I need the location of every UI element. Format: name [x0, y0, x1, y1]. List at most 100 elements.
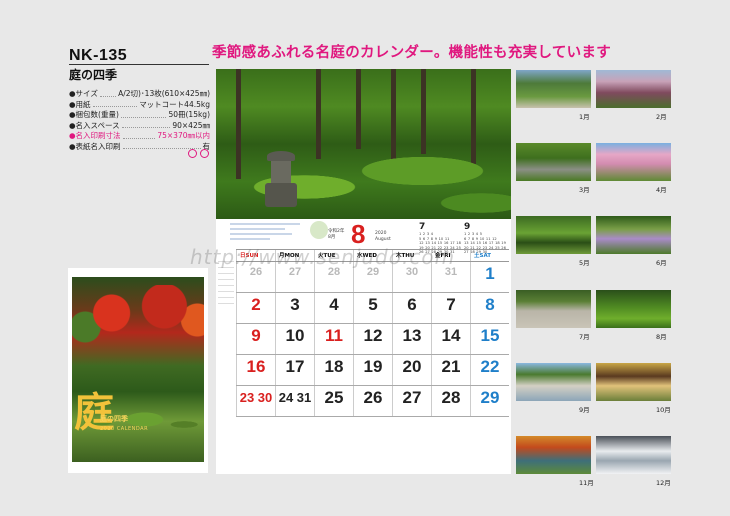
day-number: 28 [441, 388, 461, 407]
spec-label: ●用紙 [69, 99, 91, 109]
month-thumbnail [596, 290, 671, 328]
week-row: 9 10 11 12 13 14 15 [236, 324, 509, 355]
month-thumbnail-label: 7月 [579, 333, 590, 341]
month-thumbnail-label: 10月 [656, 406, 671, 414]
day-cell: 3 [275, 293, 314, 323]
spec-value: 90×425㎜ [172, 120, 210, 130]
month-thumbnail [516, 216, 591, 254]
day-cell: 9 [236, 324, 275, 354]
day-number: 7 [446, 295, 456, 314]
spec-label: ●梱包数(重量) [69, 110, 119, 119]
spec-row: ●名入印刷寸法 75×370㎜以内 [69, 131, 210, 142]
catalog-page: NK-135 庭の四季 ●サイズ A/2切)･13枚(610×425㎜) ●用紙 マッ… [0, 0, 730, 516]
month-thumbnail-label: 4月 [656, 186, 667, 194]
cover-title: 庭の四季 [100, 415, 128, 423]
dot-leader [92, 100, 138, 107]
day-number: 23 30 [239, 390, 273, 405]
day-cell: 17 [275, 355, 314, 385]
garden-photo [216, 69, 511, 219]
day-number: 20 [402, 357, 422, 376]
month-thumbnail [516, 143, 591, 181]
month-thumbnail-label: 6月 [656, 259, 667, 267]
day-number: 18 [324, 357, 344, 376]
day-cell: 6 [392, 293, 431, 323]
spec-badges [188, 149, 209, 158]
day-cell: 29 [470, 386, 509, 416]
month-thumbnail [596, 216, 671, 254]
day-number: 4 [329, 295, 339, 314]
day-cell: 15 [470, 324, 509, 354]
month-thumbnail [596, 70, 671, 108]
day-cell: 21 [431, 355, 470, 385]
day-cell: 5 [353, 293, 392, 323]
product-code: NK-135 [69, 47, 128, 64]
day-cell: 25 [314, 386, 353, 416]
day-number: 15 [480, 326, 500, 345]
spec-label: ●名入印刷寸法 [69, 131, 121, 140]
dot-leader [122, 142, 201, 149]
spec-list: ●サイズ A/2切)･13枚(610×425㎜) ●用紙 マットコート44.5kg ●梱… [69, 89, 210, 152]
day-cell: 8 [470, 293, 509, 323]
spec-value: 50冊(15kg) [168, 110, 210, 119]
watermark: http://www.senjudo.com [190, 245, 456, 269]
day-cell: 14 [431, 324, 470, 354]
day-cell: 26 [353, 386, 392, 416]
leaf-icon [310, 221, 328, 239]
spec-value: 75×370㎜以内 [157, 131, 210, 140]
month-thumbnail-label: 11月 [579, 479, 594, 487]
day-cell: 2 [236, 293, 275, 323]
cover-subtitle: 2020 CALENDAR [100, 426, 149, 432]
spec-label: ●名入スペース [69, 120, 120, 130]
month-thumbnail [516, 290, 591, 328]
era-label: 令和2年 8月 [328, 229, 345, 240]
day-number: 10 [285, 326, 305, 345]
month-thumbnail-label: 8月 [656, 333, 667, 341]
month-thumbnail [516, 70, 591, 108]
dot-leader [122, 131, 156, 139]
day-cell: 10 [275, 324, 314, 354]
day-cell: 7 [431, 293, 470, 323]
month-thumbnail-label: 5月 [579, 259, 590, 267]
day-cell: 20 [392, 355, 431, 385]
stone-lantern [261, 151, 301, 209]
day-cell: 4 [314, 293, 353, 323]
day-cell: 12 [353, 324, 392, 354]
day-number: 14 [441, 326, 461, 345]
week-row: 23 30 24 31 25 26 27 28 29 [236, 386, 509, 417]
dot-leader [120, 110, 167, 118]
product-name: 庭の四季 [69, 68, 118, 82]
tree-trunk [356, 69, 361, 149]
week-row: 16 17 18 19 20 21 22 [236, 355, 509, 386]
day-cell: 28 [431, 386, 470, 416]
day-number: 13 [402, 326, 422, 345]
day-cell: 22 [470, 355, 509, 385]
day-number: 6 [407, 295, 417, 314]
day-number: 19 [363, 357, 383, 376]
month-thumbnail [596, 143, 671, 181]
day-cell: 11 [314, 324, 353, 354]
month-thumbnail [596, 436, 671, 474]
weekday-label: 土SAT [470, 250, 509, 261]
spec-row: ●梱包数(重量) 50冊(15kg) [69, 110, 210, 121]
dot-leader [121, 121, 171, 128]
maple-leaves-graphic [72, 285, 204, 355]
month-thumbnail [516, 436, 591, 474]
month-thumbnail-label: 2月 [656, 113, 667, 121]
day-number: 9 [251, 326, 261, 345]
month-thumbnail-label: 9月 [579, 406, 590, 414]
day-number: 27 [402, 388, 422, 407]
day-number: 17 [285, 357, 305, 376]
week-row: 2 3 4 5 6 7 8 [236, 293, 509, 324]
day-number: 29 [480, 388, 500, 407]
day-number: 2 [251, 295, 261, 314]
year-label: 2020 August [375, 231, 391, 242]
day-number: 21 [441, 357, 461, 376]
day-number: 8 [485, 295, 495, 314]
spec-badge-icon [188, 149, 197, 158]
spec-value: マットコート44.5kg [139, 99, 210, 109]
month-thumbnail [516, 363, 591, 401]
cover-preview: 庭 庭の四季 2020 CALENDAR [68, 268, 208, 473]
day-number: 25 [324, 388, 344, 407]
calendar-sample: 令和2年 8月 8 2020 August 7 1 2 3 45 6 7 8 9 1… [216, 69, 511, 474]
spec-row: ●名入スペース 90×425㎜ [69, 121, 210, 132]
